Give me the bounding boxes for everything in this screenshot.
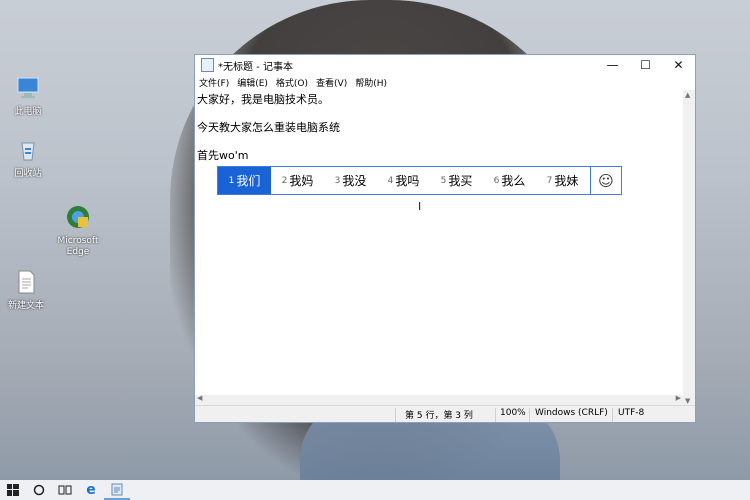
encoding: UTF-8: [618, 408, 645, 418]
notepad-icon: [201, 58, 214, 72]
text-cursor-icon: I: [418, 200, 422, 213]
scroll-up-icon[interactable]: ▲: [685, 91, 690, 99]
desktop-icon-label: 回收站: [14, 169, 42, 179]
candidate-number: 6: [493, 175, 500, 186]
candidate-number: 3: [334, 175, 341, 186]
menu-file[interactable]: 文件(F): [199, 76, 229, 89]
ime-candidate[interactable]: 4 我吗: [377, 167, 430, 194]
window-title: *无标题 - 记事本: [218, 61, 293, 73]
zoom-level: 100%: [500, 408, 526, 418]
ime-candidate[interactable]: 7 我妹: [536, 167, 589, 194]
notepad-window[interactable]: *无标题 - 记事本 — ☐ ✕ 文件(F) 编辑(E) 格式(O) 查看(V)…: [194, 54, 696, 423]
notepad-icon[interactable]: [104, 480, 130, 500]
text-line: 大家好，我是电脑技术员。: [197, 93, 329, 106]
candidate-number: 5: [440, 175, 447, 186]
vertical-scrollbar[interactable]: ▲ ▼: [683, 90, 695, 406]
candidate-text: 我么: [501, 174, 526, 188]
candidate-text: 我买: [448, 174, 473, 188]
scroll-left-icon[interactable]: ◀: [197, 394, 202, 402]
ime-candidate[interactable]: 3 我没: [324, 167, 377, 194]
edge-icon[interactable]: e: [78, 480, 104, 500]
candidate-text: 我吗: [395, 174, 420, 188]
desktop-icon-label: 此电脑: [14, 107, 42, 117]
desktop-icon-label: Microsoft Edge: [57, 236, 99, 257]
candidate-number: 2: [281, 175, 288, 186]
ime-candidate[interactable]: 2 我妈: [271, 167, 324, 194]
edge-icon: [67, 206, 89, 228]
desktop-icon-text-file[interactable]: 新建文本: [4, 268, 48, 312]
scroll-right-icon[interactable]: ▶: [676, 394, 681, 402]
title-bar[interactable]: *无标题 - 记事本 — ☐ ✕: [195, 55, 695, 75]
candidate-number: 4: [387, 175, 394, 186]
ime-candidate[interactable]: 5 我买: [430, 167, 483, 194]
taskbar: e: [0, 480, 750, 500]
emoji-icon[interactable]: ☺: [590, 167, 621, 194]
menu-bar: 文件(F) 编辑(E) 格式(O) 查看(V) 帮助(H): [195, 75, 695, 90]
ime-candidate-bar: 1 我们 2 我妈 3 我没 4 我吗 5 我买 6 我么 7 我妹 ☺: [217, 166, 622, 195]
desktop-icon-label: 新建文本: [7, 301, 44, 311]
text-line: 今天教大家怎么重装电脑系统: [197, 121, 340, 134]
ime-candidate[interactable]: 1 我们: [218, 167, 271, 194]
candidate-text: 我妹: [554, 174, 579, 188]
text-line: 首先wo'm: [197, 149, 249, 162]
recycle-bin-icon: [21, 142, 35, 161]
candidate-number: 1: [228, 175, 235, 186]
menu-format[interactable]: 格式(O): [276, 76, 308, 89]
status-divider: [612, 408, 613, 422]
candidate-text: 我们: [236, 174, 261, 188]
candidate-text: 我没: [342, 174, 367, 188]
desktop-icon-recycle-bin[interactable]: 回收站: [6, 136, 50, 180]
ime-candidate[interactable]: 6 我么: [483, 167, 536, 194]
candidate-text: 我妈: [289, 174, 314, 188]
computer-icon: [17, 77, 39, 98]
status-divider: [529, 408, 530, 422]
minimize-button[interactable]: —: [596, 55, 629, 75]
status-bar: 第 5 行，第 3 列 100% Windows (CRLF) UTF-8: [195, 405, 695, 422]
task-view-icon[interactable]: [52, 480, 78, 500]
candidate-number: 7: [546, 175, 553, 186]
start-icon[interactable]: [0, 480, 26, 500]
close-button[interactable]: ✕: [662, 55, 695, 75]
line-ending: Windows (CRLF): [535, 408, 608, 418]
text-file-icon: [18, 270, 35, 294]
cursor-position: 第 5 行，第 3 列: [405, 411, 473, 421]
status-divider: [395, 408, 396, 422]
text-editor[interactable]: 大家好，我是电脑技术员。 今天教大家怎么重装电脑系统 首先wo'm: [195, 90, 683, 406]
maximize-button[interactable]: ☐: [629, 55, 662, 75]
cortana-icon[interactable]: [26, 480, 52, 500]
status-divider: [495, 408, 496, 422]
desktop-icon-this-pc[interactable]: 此电脑: [6, 74, 50, 118]
menu-help[interactable]: 帮助(H): [355, 76, 387, 89]
scroll-down-icon[interactable]: ▼: [685, 397, 690, 405]
desktop-icon-edge[interactable]: Microsoft Edge: [56, 203, 100, 258]
menu-view[interactable]: 查看(V): [316, 76, 347, 89]
menu-edit[interactable]: 编辑(E): [237, 76, 268, 89]
